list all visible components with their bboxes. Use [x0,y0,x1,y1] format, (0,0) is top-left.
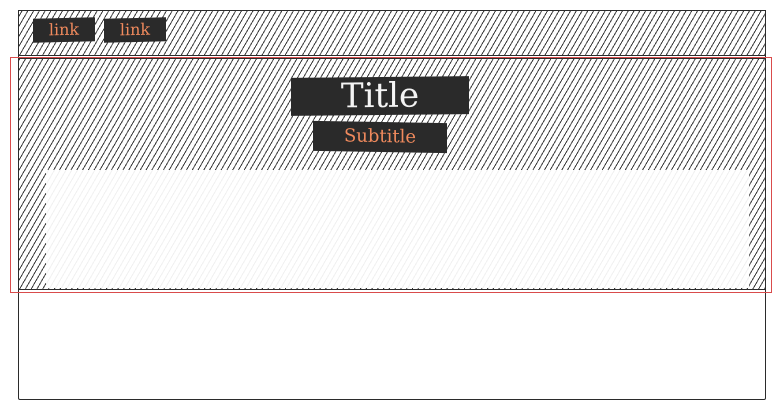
nav-link-2[interactable]: link [104,17,166,43]
nav-link-1[interactable]: link [33,17,95,43]
hero-content-area [46,170,749,288]
hero-subtitle: Subtitle [313,120,447,154]
hero-title: Title [291,76,469,116]
